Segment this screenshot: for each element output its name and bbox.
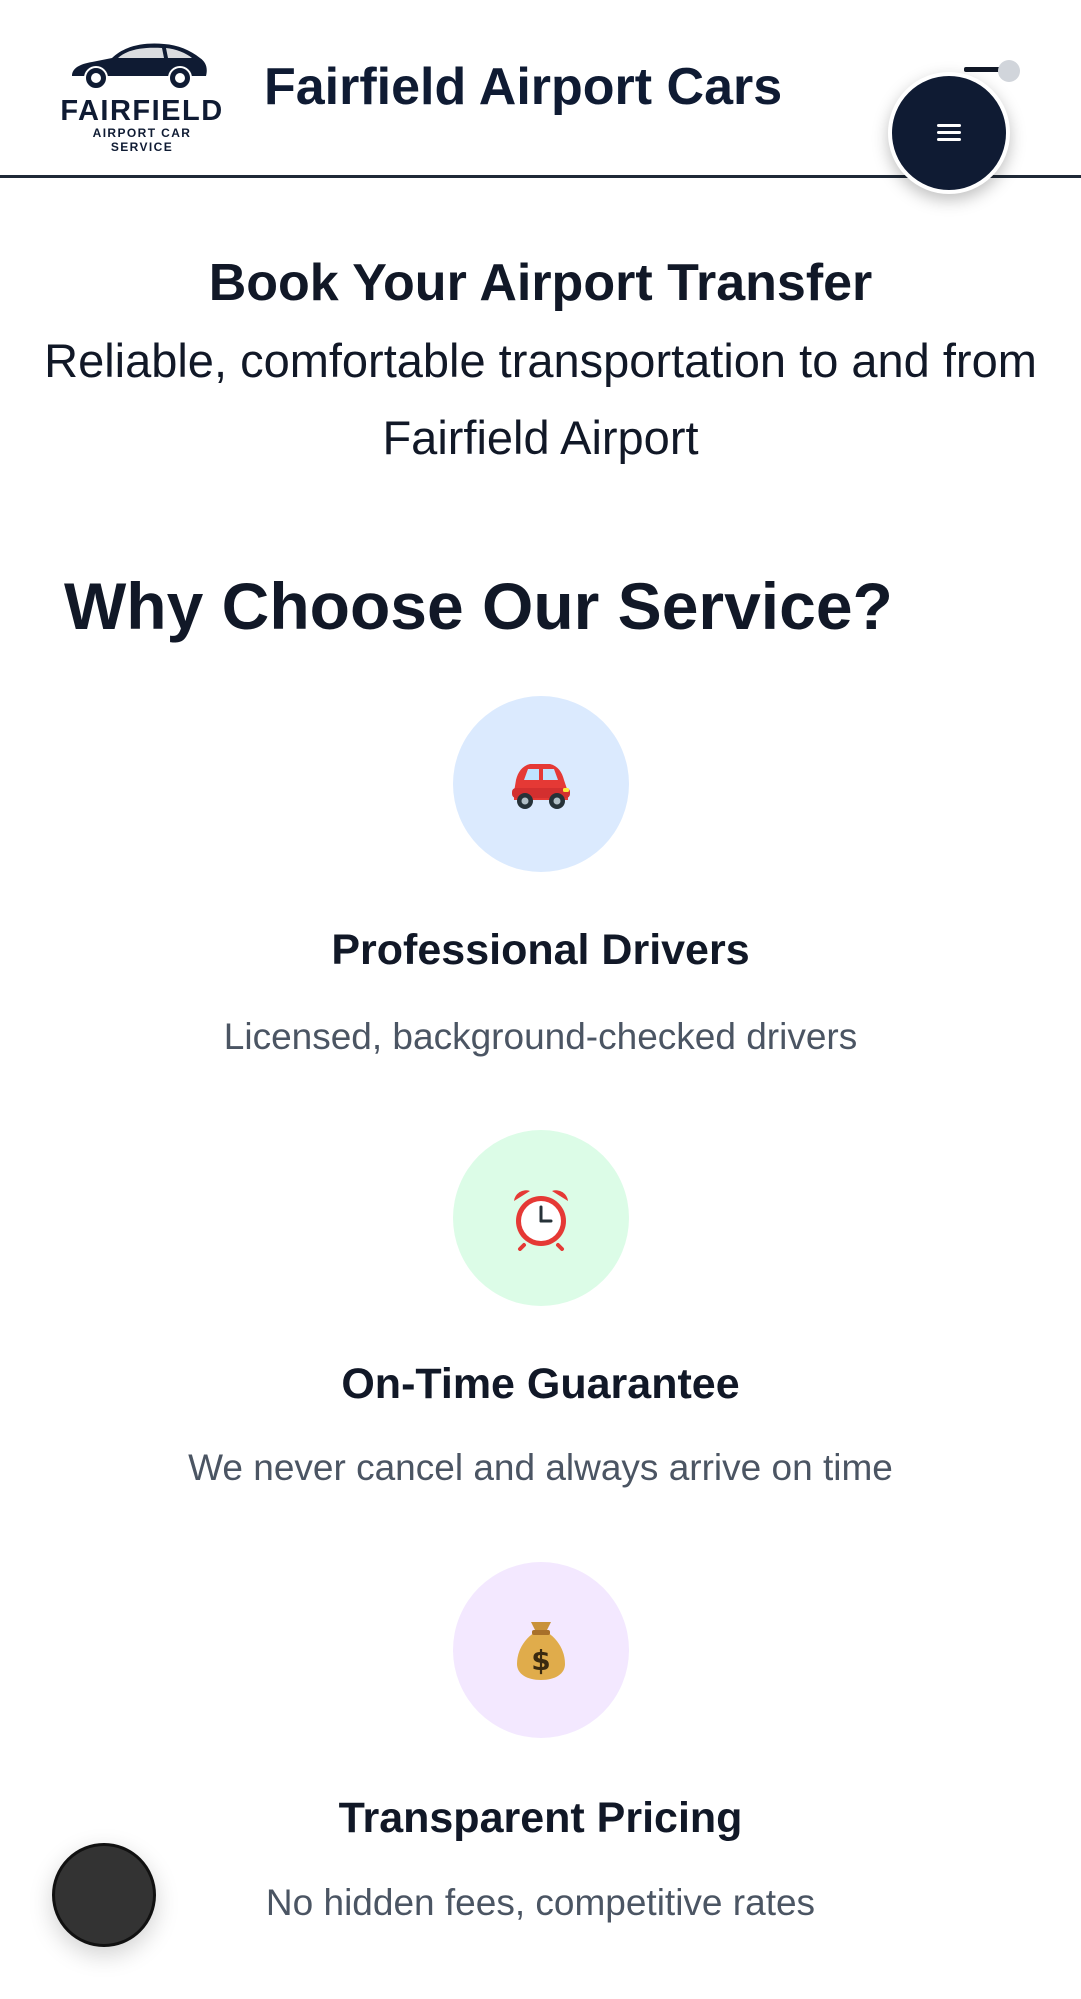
feature-icon-circle [453, 696, 629, 872]
feature-title: On-Time Guarantee [341, 1360, 740, 1408]
car-icon [512, 764, 570, 809]
hero-subtitle: Reliable, comfortable transportation to … [44, 334, 1037, 464]
feature-title: Transparent Pricing [338, 1794, 743, 1842]
hamburger-bar [964, 67, 1002, 72]
logo-tagline: AIRPORT CAR SERVICE [92, 126, 192, 154]
hamburger-icon [937, 124, 961, 142]
brand-logo[interactable]: FAIRFIELD AIRPORT CAR SERVICE [56, 34, 226, 154]
feature-description: No hidden fees, competitive rates [265, 1882, 816, 1923]
section-title: Why Choose Our Service? [64, 569, 893, 643]
chat-button[interactable] [52, 1843, 156, 1947]
feature-icon-circle [453, 1130, 629, 1306]
menu-button[interactable] [888, 72, 1010, 194]
site-title[interactable]: Fairfield Airport Cars [264, 56, 782, 118]
alarm-clock-icon [514, 1190, 568, 1251]
logo-wordmark: FAIRFIELD [60, 95, 224, 127]
money-bag-icon: $ [517, 1622, 565, 1680]
feature-title: Professional Drivers [331, 926, 750, 974]
feature-description: We never cancel and always arrive on tim… [188, 1447, 893, 1488]
status-dot [998, 60, 1020, 82]
car-logo-icon [72, 43, 207, 90]
svg-text:$: $ [531, 1644, 550, 1677]
hero-title: Book Your Airport Transfer [208, 254, 873, 312]
feature-description: Licensed, background-checked drivers [223, 1016, 858, 1057]
feature-icon-circle: $ [453, 1562, 629, 1738]
